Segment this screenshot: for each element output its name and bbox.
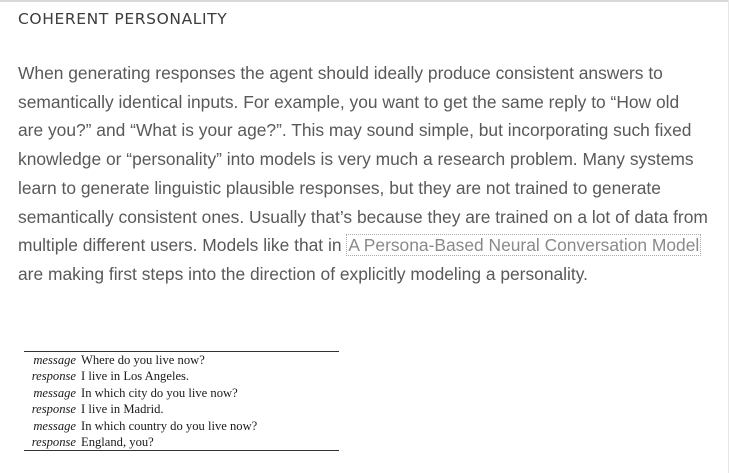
table-row: message Where do you live now?: [24, 352, 339, 369]
table-row: response England, you?: [24, 434, 339, 451]
table-row: message In which city do you live now?: [24, 385, 339, 401]
speaker-label: message: [33, 385, 76, 400]
table-row: response I live in Madrid.: [24, 401, 339, 417]
persona-paper-link[interactable]: A Persona-Based Neural Conversation Mode…: [346, 234, 702, 257]
speaker-label: message: [33, 353, 76, 367]
utterance-text: In which country do you live now?: [81, 418, 258, 433]
speaker-label: response: [31, 369, 76, 384]
utterance-text: In which city do you live now?: [81, 385, 238, 400]
body-paragraph: When generating responses the agent shou…: [18, 59, 708, 289]
speaker-label: response: [31, 435, 76, 450]
speaker-label: message: [33, 418, 76, 433]
paragraph-text-before-link: When generating responses the agent shou…: [18, 63, 708, 256]
utterance-text: I live in Los Angeles.: [81, 369, 190, 384]
utterance-text: Where do you live now?: [81, 353, 205, 367]
dialog-example-table: message Where do you live now? response …: [24, 351, 339, 452]
section-heading: COHERENT PERSONALITY: [18, 10, 228, 28]
paragraph-text-after-link: are making first steps into the directio…: [18, 263, 588, 284]
speaker-label: response: [31, 402, 76, 417]
utterance-text: I live in Madrid.: [81, 402, 164, 417]
utterance-text: England, you?: [81, 435, 154, 450]
table-row: message In which country do you live now…: [24, 418, 339, 434]
top-divider: [0, 0, 729, 2]
table-row: response I live in Los Angeles.: [24, 368, 339, 384]
